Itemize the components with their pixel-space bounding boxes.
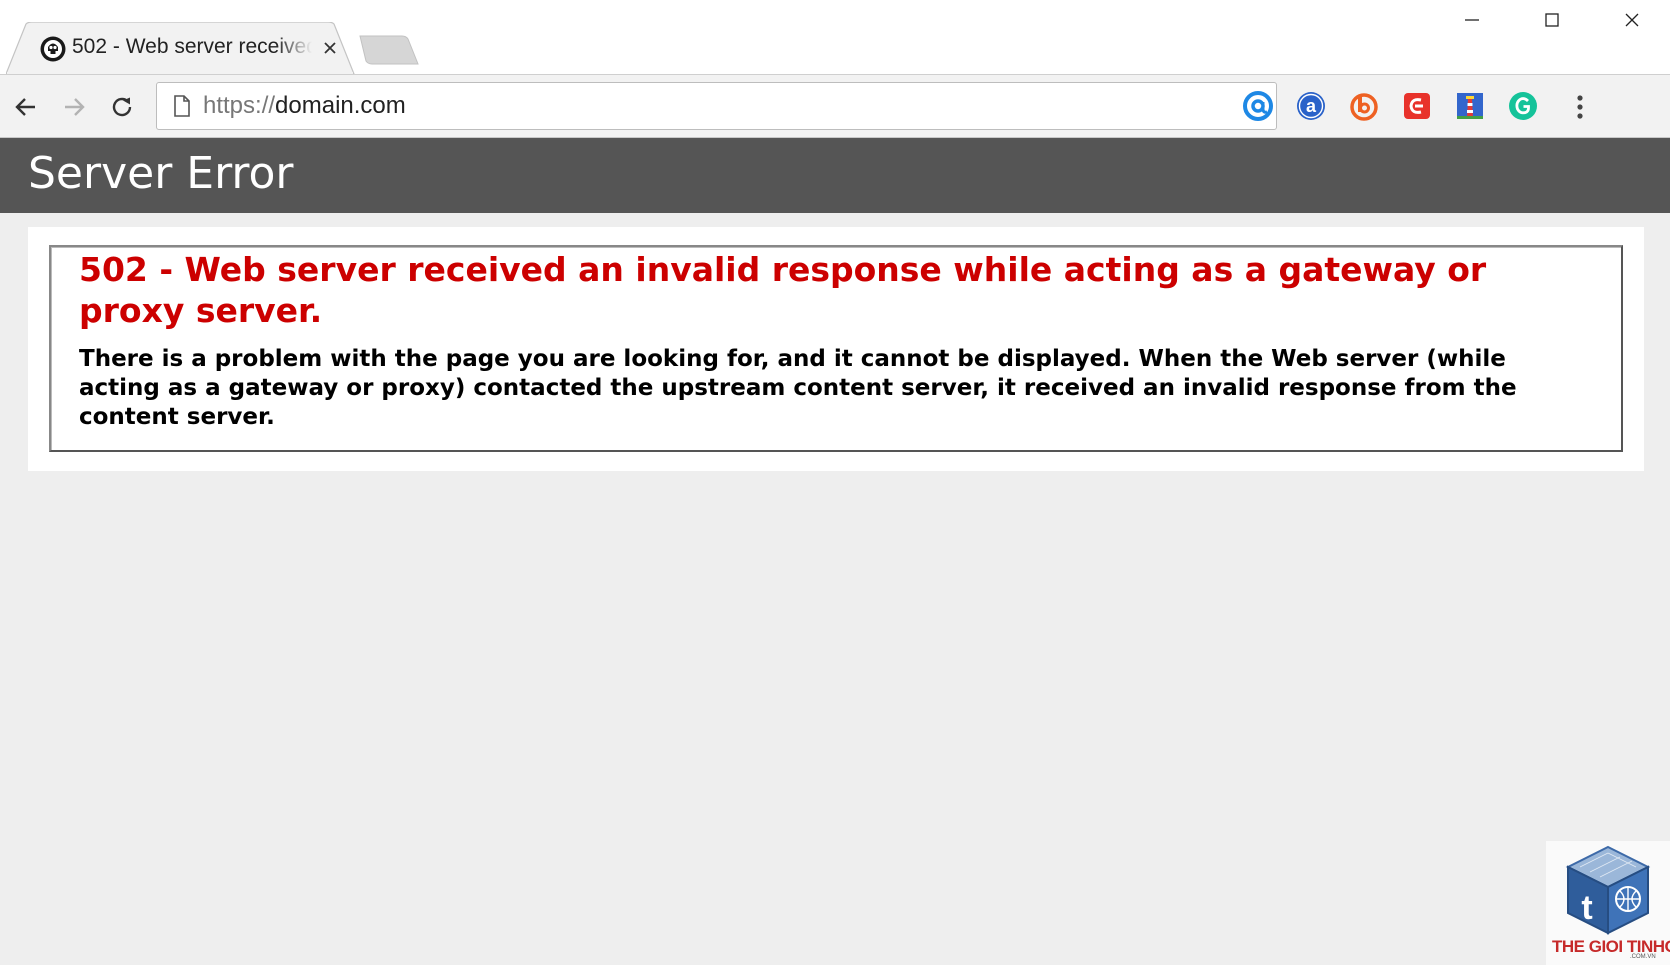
watermark-logo: t THE GIOI TINHOC .COM.VN [1546, 841, 1670, 965]
url-host: domain.com [275, 92, 406, 119]
page-viewport: Server Error 502 - Web server received a… [0, 138, 1670, 965]
page-title: Server Error [28, 148, 294, 199]
error-heading: 502 - Web server received an invalid res… [79, 250, 1487, 330]
tab-title: 502 - Web server received an invalid res… [72, 35, 312, 58]
tab-close-icon[interactable] [316, 34, 344, 62]
new-tab-button[interactable] [358, 34, 420, 66]
cube-logo-icon: t [1565, 845, 1651, 935]
watermark-domain: .COM.VN [1630, 954, 1656, 960]
grammarly-icon[interactable] [1507, 90, 1539, 122]
at-sign-extension-icon[interactable] [1242, 90, 1274, 122]
error-description: There is a problem with the page you are… [79, 346, 1517, 430]
menu-kebab-icon[interactable] [1562, 89, 1598, 125]
minimize-icon[interactable] [1432, 0, 1512, 40]
check-extension-icon[interactable] [1401, 90, 1433, 122]
url-text: https://domain.com [203, 92, 406, 120]
svg-text:t: t [1581, 889, 1592, 927]
tab-strip: 502 - Web server received an invalid res… [0, 0, 1670, 74]
reload-icon[interactable] [104, 89, 140, 125]
url-scheme: https:// [203, 92, 276, 119]
browser-tab[interactable]: 502 - Web server received an invalid res… [6, 22, 366, 74]
back-arrow-icon[interactable] [8, 89, 44, 125]
server-error-header: Server Error [0, 138, 1670, 213]
forward-arrow-icon[interactable] [56, 89, 92, 125]
content-container: 502 - Web server received an invalid res… [28, 227, 1644, 471]
maximize-icon[interactable] [1512, 0, 1592, 40]
page-icon [174, 95, 190, 117]
skull-globe-icon [40, 36, 66, 62]
lighthouse-icon[interactable] [1454, 90, 1486, 122]
browser-toolbar: https://domain.com a [0, 74, 1670, 138]
svg-text:a: a [1306, 96, 1317, 116]
address-bar[interactable]: https://domain.com [156, 82, 1277, 130]
close-icon[interactable] [1592, 0, 1670, 40]
error-box: 502 - Web server received an invalid res… [49, 245, 1623, 452]
amazon-assistant-icon[interactable]: a [1295, 90, 1327, 122]
bitly-icon[interactable] [1348, 90, 1380, 122]
